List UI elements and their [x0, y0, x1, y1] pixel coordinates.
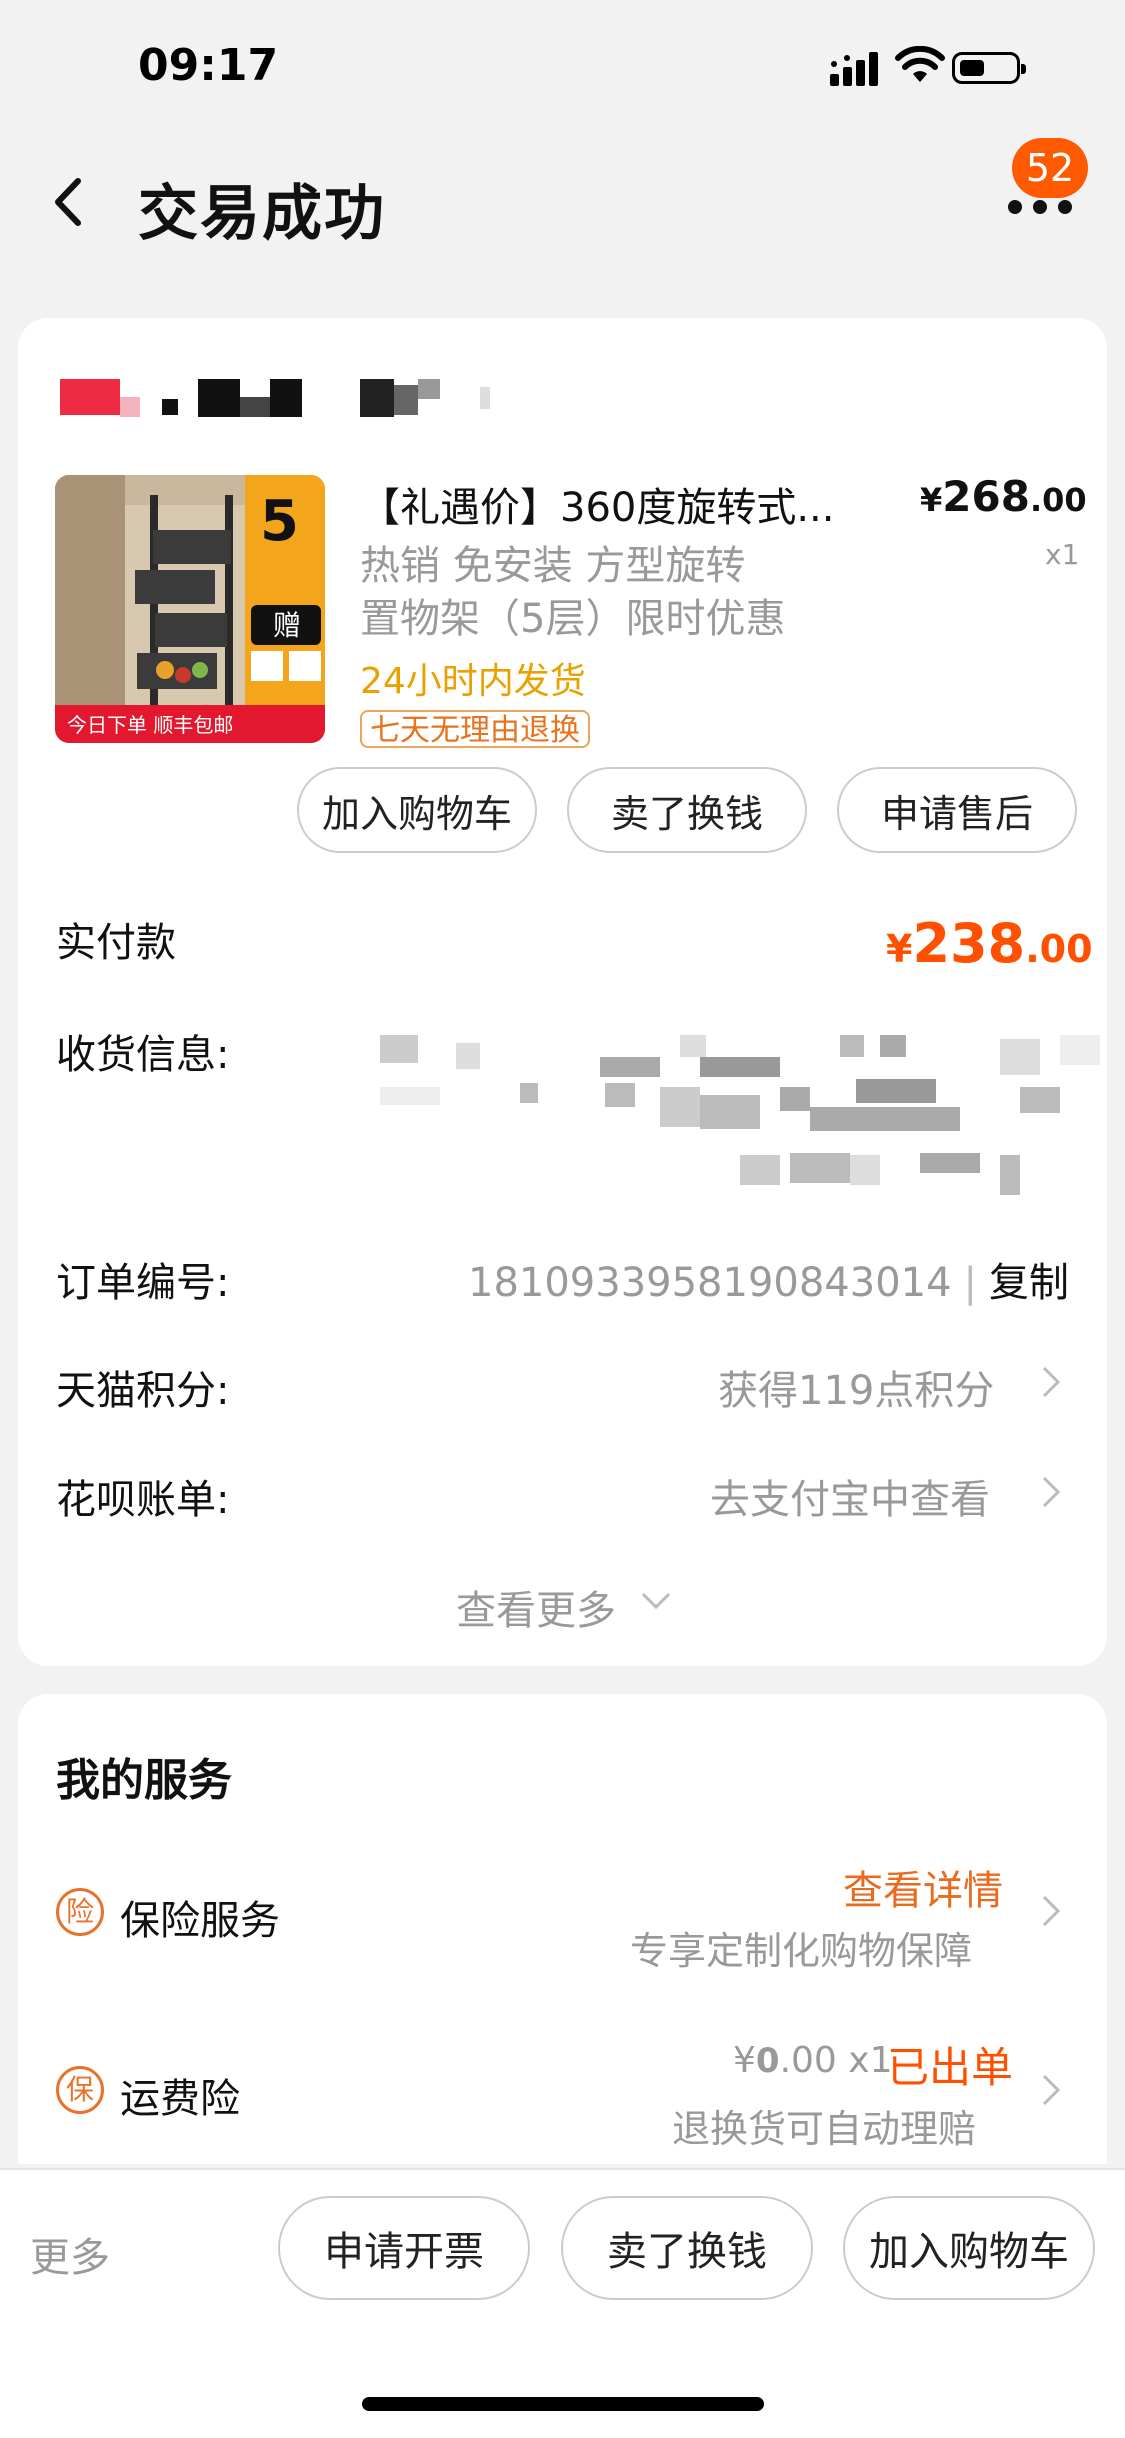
paid-amount: ¥238.00: [886, 912, 1093, 975]
after-sale-button[interactable]: 申请售后: [837, 767, 1077, 853]
copy-button[interactable]: 复制: [989, 1260, 1069, 1306]
chevron-right-icon[interactable]: [1040, 1364, 1062, 1400]
back-arrow-icon[interactable]: [48, 175, 88, 229]
product-spec: 热销 免安装 方型旋转 置物架（5层）限时优惠: [360, 543, 786, 642]
insurance-icon: 险: [56, 1888, 104, 1936]
insurance-desc: 专享定制化购物保障: [630, 1929, 973, 1973]
status-time: 09:17: [138, 40, 279, 91]
home-indicator[interactable]: [362, 2397, 764, 2411]
chevron-down-icon[interactable]: [640, 1590, 672, 1612]
freight-insurance-desc: 退换货可自动理赔: [672, 2107, 977, 2151]
battery-icon: [952, 52, 1026, 84]
freight-insurance-status: 已出单: [887, 2043, 1014, 2092]
shipping-promise: 24小时内发货: [360, 661, 586, 702]
request-invoice-button[interactable]: 申请开票: [278, 2196, 530, 2300]
wifi-icon: [895, 46, 945, 82]
chevron-right-icon[interactable]: [1040, 1893, 1062, 1929]
freight-insurance-icon: 保: [56, 2066, 104, 2114]
image-badge-number: 5: [260, 489, 299, 554]
freight-insurance-price: ¥0.00 x1: [733, 2040, 893, 2081]
paid-label: 实付款: [56, 920, 176, 966]
insurance-details-link[interactable]: 查看详情: [843, 1858, 1003, 1916]
order-number-label: 订单编号:: [56, 1260, 230, 1306]
resell-button-bottom[interactable]: 卖了换钱: [561, 2196, 813, 2300]
more-button[interactable]: 更多: [30, 2225, 110, 2283]
image-gift-text: 赠: [273, 609, 301, 642]
points-value[interactable]: 获得119点积分: [718, 1358, 994, 1416]
shop-name-pixelated[interactable]: [60, 375, 490, 421]
chevron-right-icon[interactable]: [1040, 2072, 1062, 2108]
bill-label: 花呗账单:: [56, 1477, 230, 1523]
insurance-label[interactable]: 保险服务: [120, 1888, 280, 1946]
product-title[interactable]: 【礼遇价】360度旋转式...: [360, 475, 880, 533]
services-title: 我的服务: [56, 1755, 232, 1806]
add-to-cart-button[interactable]: 加入购物车: [297, 767, 537, 853]
page-title: 交易成功: [138, 179, 386, 249]
chevron-right-icon[interactable]: [1040, 1474, 1062, 1510]
add-to-cart-button-bottom[interactable]: 加入购物车: [843, 2196, 1095, 2300]
product-quantity: x1: [1045, 538, 1080, 571]
see-more-link[interactable]: 查看更多: [456, 1578, 616, 1636]
image-banner-text: 今日下单 顺丰包邮: [67, 713, 233, 737]
message-count-badge: 52: [1012, 138, 1088, 198]
product-image[interactable]: 5 赠 今日下单 顺丰包邮: [55, 475, 325, 743]
address-label: 收货信息:: [56, 1032, 230, 1078]
return-policy-tag: 七天无理由退换: [360, 710, 590, 748]
address-pixelated[interactable]: [380, 1035, 1100, 1205]
order-number: 1810933958190843014 | 复制: [468, 1260, 1070, 1306]
bill-value[interactable]: 去支付宝中查看: [710, 1467, 990, 1525]
resell-button[interactable]: 卖了换钱: [567, 767, 807, 853]
points-label: 天猫积分:: [56, 1368, 230, 1414]
product-price: ¥268.00: [920, 472, 1087, 521]
cellular-signal-icon: [830, 52, 878, 86]
freight-insurance-label[interactable]: 运费险: [120, 2066, 240, 2124]
